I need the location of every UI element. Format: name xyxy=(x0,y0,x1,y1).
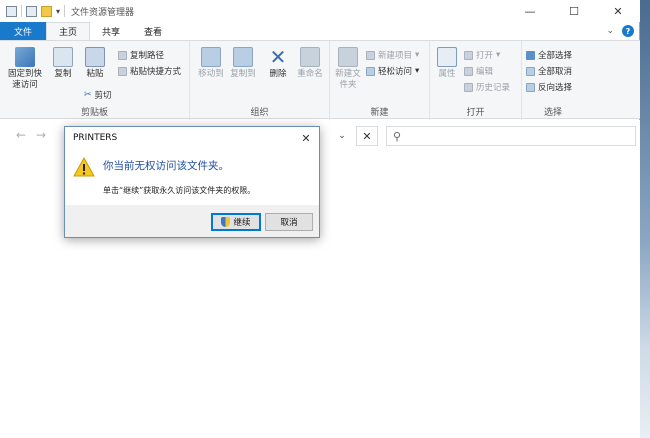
open-button[interactable]: 打开 ▾ xyxy=(464,49,500,61)
copy-button[interactable]: 复制 xyxy=(50,47,76,80)
divider xyxy=(64,5,66,17)
new-group: 新建文件夹 新建项目 ▾ 轻松访问 ▾ 新建 xyxy=(330,41,430,120)
move-to-button[interactable]: 移动到 xyxy=(196,47,226,80)
scissors-icon: ✂ xyxy=(84,90,92,100)
easy-access-icon xyxy=(366,66,375,76)
continue-button[interactable]: 继续 xyxy=(211,213,261,231)
tab-view[interactable]: 查看 xyxy=(132,22,174,40)
history-icon xyxy=(464,82,473,92)
paste-icon xyxy=(85,47,105,67)
rename-button[interactable]: 重命名 xyxy=(294,47,326,80)
pin-icon xyxy=(15,47,35,67)
edit-button[interactable]: 编辑 xyxy=(464,65,493,77)
organize-group: 移动到 复制到 ✕ 删除 重命名 组织 xyxy=(190,41,330,120)
dialog-footer: 继续 取消 xyxy=(65,205,319,237)
maximize-button[interactable]: ☐ xyxy=(552,0,596,22)
copy-path-button[interactable]: 复制路径 xyxy=(118,49,164,61)
open-icon xyxy=(464,50,473,60)
address-history-dropdown[interactable]: ⌄ xyxy=(330,127,354,145)
open-group: 属性 打开 ▾ 编辑 历史记录 打开 xyxy=(430,41,522,120)
copy-icon xyxy=(53,47,73,67)
new-folder-icon xyxy=(338,47,358,67)
desktop-background xyxy=(640,0,650,438)
pin-quick-access-button[interactable]: 固定到快速访问 xyxy=(6,47,44,91)
delete-icon: ✕ xyxy=(269,45,287,69)
move-icon xyxy=(201,47,221,67)
minimize-button[interactable]: — xyxy=(508,0,552,22)
title-bar: ▾ 文件资源管理器 — ☐ ✕ xyxy=(0,0,640,22)
select-none-button[interactable]: 全部取消 xyxy=(526,65,572,77)
new-item-button[interactable]: 新建项目 ▾ xyxy=(366,49,419,61)
clear-address-button[interactable]: ✕ xyxy=(356,126,378,146)
search-box[interactable]: ⚲ xyxy=(386,126,636,146)
tab-share[interactable]: 共享 xyxy=(90,22,132,40)
dialog-title: PRINTERS xyxy=(73,133,118,143)
uac-shield-icon xyxy=(221,217,231,227)
invert-selection-icon xyxy=(526,82,535,92)
easy-access-button[interactable]: 轻松访问 ▾ xyxy=(366,65,419,77)
copy-to-icon xyxy=(233,47,253,67)
copy-to-button[interactable]: 复制到 xyxy=(228,47,258,80)
tab-home[interactable]: 主页 xyxy=(46,22,91,40)
file-explorer-window: ▾ 文件资源管理器 — ☐ ✕ 文件 主页 共享 查看 ⌄ ? 固定到快速访问 xyxy=(0,0,640,438)
clipboard-group: 固定到快速访问 复制 粘贴 复制路径 粘贴快捷方式 ✂ 剪切 剪贴板 xyxy=(0,41,190,120)
collapse-ribbon-icon[interactable]: ⌄ xyxy=(606,26,614,36)
group-label: 选择 xyxy=(543,108,562,118)
group-label: 新建 xyxy=(370,108,389,118)
properties-check-icon xyxy=(437,47,457,67)
dialog-close-button[interactable]: ✕ xyxy=(297,129,315,147)
dialog-body: 你当前无权访问该文件夹。 单击“继续”获取永久访问该文件夹的权限。 xyxy=(65,149,319,203)
forward-arrow-icon[interactable]: → xyxy=(36,128,46,142)
paste-shortcut-button[interactable]: 粘贴快捷方式 xyxy=(118,65,181,77)
tab-file[interactable]: 文件 xyxy=(0,22,47,40)
copy-path-icon xyxy=(118,50,127,60)
close-button[interactable]: ✕ xyxy=(596,0,640,22)
app-icon xyxy=(6,5,17,17)
group-label: 打开 xyxy=(466,108,485,118)
customize-toolbar-icon[interactable]: ▾ xyxy=(56,7,60,16)
cancel-button[interactable]: 取消 xyxy=(265,213,313,231)
paste-shortcut-icon xyxy=(118,66,127,76)
properties-button[interactable]: 属性 xyxy=(434,47,460,80)
select-none-icon xyxy=(526,66,535,76)
ribbon: 固定到快速访问 复制 粘贴 复制路径 粘贴快捷方式 ✂ 剪切 剪贴板 移动到 复… xyxy=(0,40,640,120)
window-controls: — ☐ ✕ xyxy=(508,0,640,22)
new-item-icon xyxy=(366,50,375,60)
window-title: 文件资源管理器 xyxy=(71,7,135,18)
access-denied-dialog: PRINTERS ✕ 你当前无权访问该文件夹。 单击“继续”获取永久访问该文件夹… xyxy=(64,126,320,238)
divider xyxy=(21,5,22,17)
help-icon[interactable]: ? xyxy=(622,25,634,37)
rename-icon xyxy=(300,47,320,67)
new-folder-icon[interactable] xyxy=(41,5,52,17)
ribbon-tabs: 文件 主页 共享 查看 ⌄ ? xyxy=(0,22,640,40)
history-button[interactable]: 历史记录 xyxy=(464,81,510,93)
quick-access-toolbar: ▾ xyxy=(0,0,66,22)
dialog-detail: 单击“继续”获取永久访问该文件夹的权限。 xyxy=(103,186,256,195)
edit-icon xyxy=(464,66,473,76)
dialog-message: 你当前无权访问该文件夹。 xyxy=(103,160,229,172)
invert-selection-button[interactable]: 反向选择 xyxy=(526,81,572,93)
select-group: 全部选择 全部取消 反向选择 选择 xyxy=(522,41,584,120)
warning-icon xyxy=(73,157,95,177)
cut-button[interactable]: ✂ 剪切 xyxy=(84,89,112,101)
group-label: 剪贴板 xyxy=(80,108,108,118)
search-icon: ⚲ xyxy=(393,129,402,143)
paste-button[interactable]: 粘贴 xyxy=(82,47,108,80)
properties-icon[interactable] xyxy=(26,5,37,17)
select-all-button[interactable]: 全部选择 xyxy=(526,49,572,61)
group-label: 组织 xyxy=(250,108,269,118)
delete-button[interactable]: ✕ 删除 xyxy=(266,47,290,80)
new-folder-button[interactable]: 新建文件夹 xyxy=(334,47,362,91)
select-all-icon xyxy=(526,50,535,60)
back-arrow-icon[interactable]: ← xyxy=(16,128,26,142)
